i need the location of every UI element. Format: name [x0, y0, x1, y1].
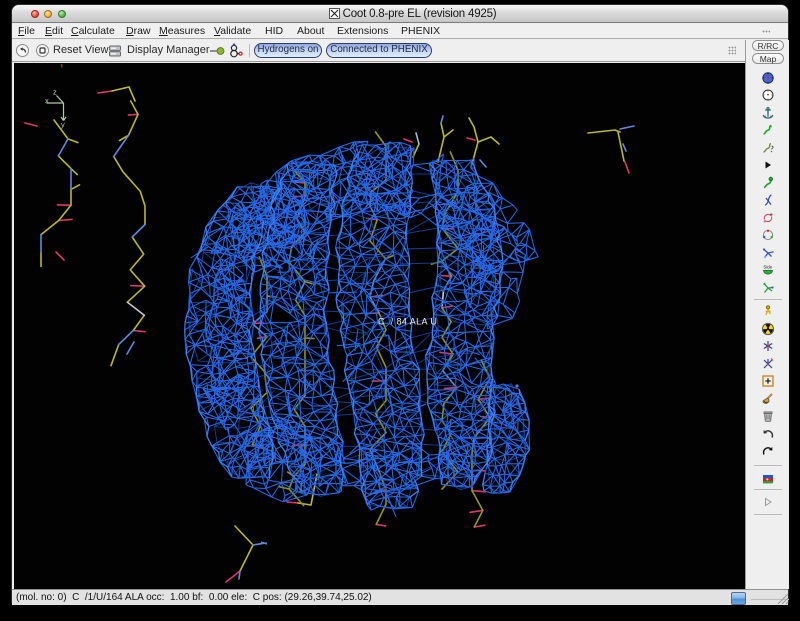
svg-text:y: y: [61, 120, 65, 129]
svg-text:z: z: [53, 88, 57, 97]
svg-text:x: x: [45, 96, 49, 105]
svg-text:C / 84 ALA U: C / 84 ALA U: [378, 317, 437, 327]
svg-text:Side: Side: [763, 265, 772, 270]
